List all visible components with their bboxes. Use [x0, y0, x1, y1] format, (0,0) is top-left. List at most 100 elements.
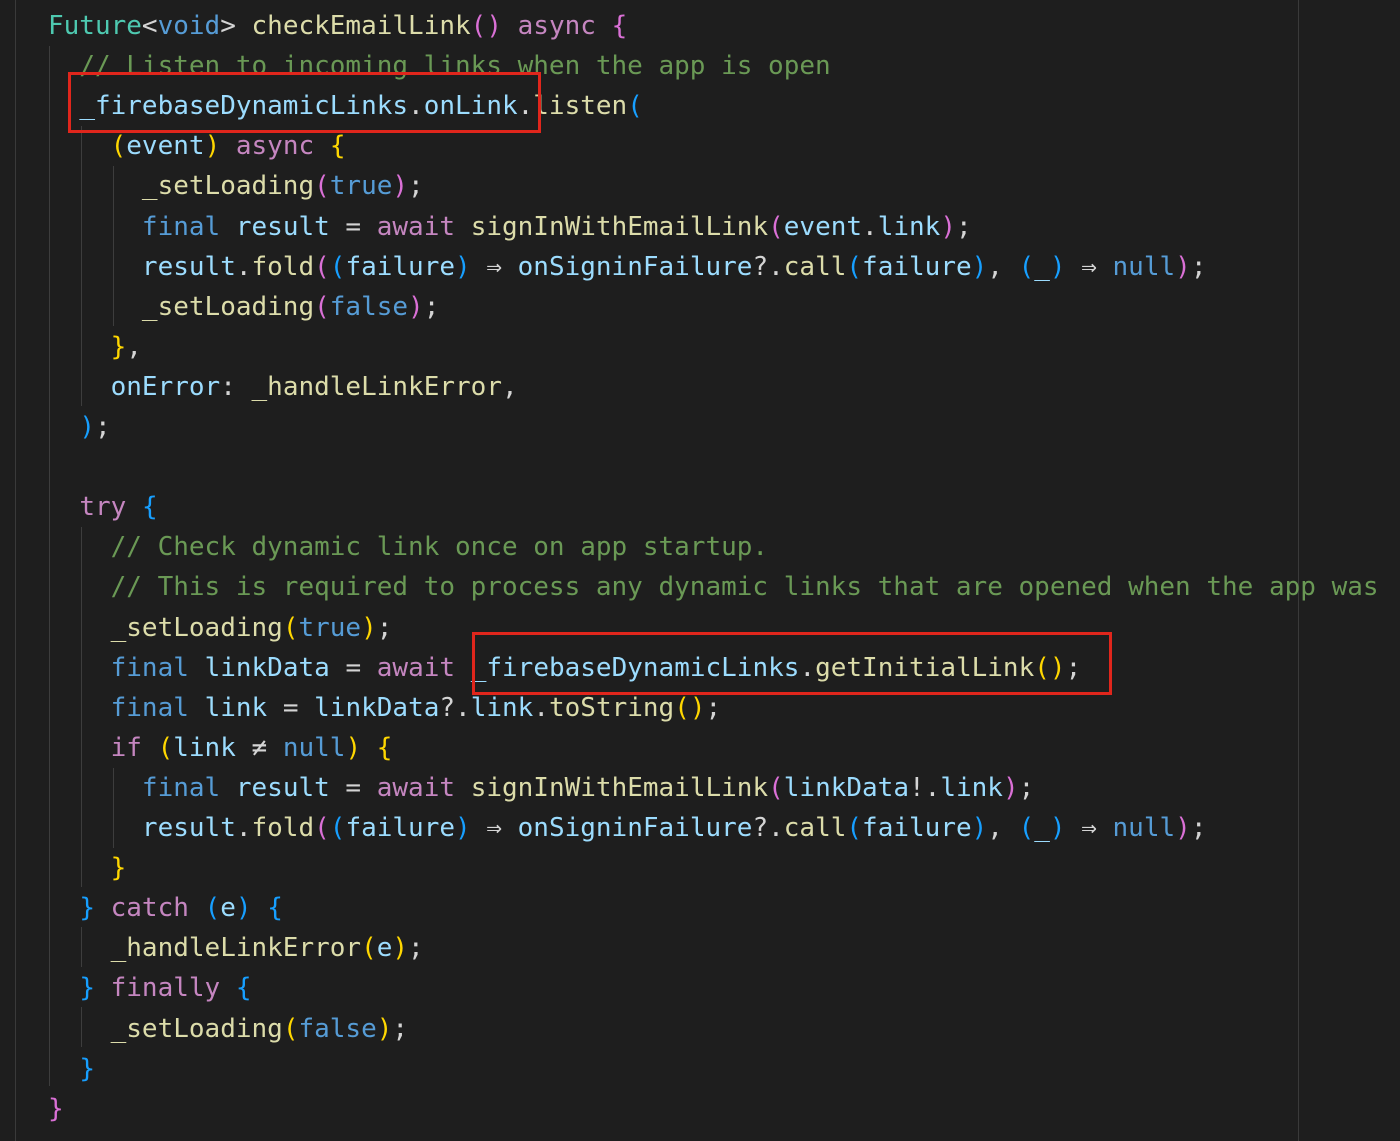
code-token: failure: [862, 251, 972, 282]
code-token: final: [141, 772, 221, 803]
code-token: link: [204, 692, 268, 723]
code-line[interactable]: Future<void> checkEmailLink() async {: [48, 6, 627, 46]
code-token: _setLoading: [110, 1013, 283, 1044]
code-token: (: [329, 813, 346, 843]
code-line[interactable]: final linkData = await _firebaseDynamicL…: [48, 648, 1082, 688]
code-token: onError: [110, 371, 221, 402]
code-line[interactable]: // Listen to incoming links when the app…: [48, 46, 830, 86]
code-token: getInitialLink: [815, 652, 1035, 683]
code-line[interactable]: }: [48, 1049, 95, 1089]
code-line[interactable]: final link = linkData?.link.toString();: [48, 688, 722, 728]
code-token: await: [376, 652, 456, 683]
code-token: }: [110, 853, 127, 884]
code-token: try: [79, 492, 127, 523]
code-token: ): [204, 131, 221, 162]
code-token: false: [298, 1013, 377, 1044]
code-token: result: [141, 251, 236, 282]
code-token: async: [235, 131, 315, 162]
code-line[interactable]: _setLoading(true);: [48, 608, 393, 648]
code-token: ;: [408, 933, 424, 964]
code-token: (: [1018, 251, 1035, 282]
code-line[interactable]: _setLoading(false);: [48, 1009, 408, 1049]
code-line[interactable]: onError: _handleLinkError,: [48, 367, 518, 407]
code-line[interactable]: try {: [48, 487, 157, 527]
editor-gutter-border: [15, 0, 16, 1141]
code-token: (: [329, 251, 346, 282]
code-token: ): [455, 251, 471, 282]
code-token: linkData: [783, 772, 909, 803]
code-token: ): [79, 412, 95, 442]
code-token: result: [235, 772, 330, 803]
code-line[interactable]: result.fold((failure) ⇒ onSigninFailure?…: [48, 247, 1207, 287]
code-line[interactable]: },: [48, 327, 142, 367]
code-token: e: [220, 893, 236, 924]
code-token: link: [173, 732, 236, 763]
code-token: _handleLinkError: [110, 933, 362, 964]
code-token: _firebaseDynamicLinks: [79, 91, 409, 122]
code-line[interactable]: _setLoading(true);: [48, 166, 424, 206]
code-token: result: [141, 813, 236, 843]
code-token: final: [141, 211, 221, 242]
code-token: (: [110, 131, 127, 162]
code-line[interactable]: // Check dynamic link once on app startu…: [48, 527, 768, 567]
code-line[interactable]: final result = await signInWithEmailLink…: [48, 768, 1034, 808]
code-token: ;: [1190, 813, 1207, 843]
code-line[interactable]: _firebaseDynamicLinks.onLink.listen(: [48, 86, 643, 126]
code-line[interactable]: _handleLinkError(e);: [48, 928, 424, 968]
code-token: (: [282, 1013, 299, 1044]
code-token: ;: [408, 171, 424, 202]
code-token: call: [783, 251, 847, 282]
code-token: ,: [126, 331, 142, 362]
code-token: signInWithEmailLink: [470, 772, 769, 803]
code-line[interactable]: if (link ≠ null) {: [48, 728, 393, 768]
code-token: link: [940, 772, 1003, 803]
code-token: if: [110, 732, 142, 763]
code-line[interactable]: // This is required to process any dynam…: [48, 567, 1379, 607]
code-token: e: [376, 933, 393, 964]
code-line[interactable]: );: [48, 407, 110, 447]
code-token: {: [329, 131, 346, 162]
code-line[interactable]: }: [48, 848, 127, 888]
code-token: (: [314, 251, 330, 282]
code-token: ): [971, 251, 988, 282]
code-line[interactable]: final result = await signInWithEmailLink…: [48, 207, 972, 247]
code-token: =: [267, 692, 315, 723]
code-token: ): [1002, 772, 1019, 803]
code-token: <: [141, 11, 158, 41]
code-token: failure: [345, 813, 456, 843]
code-token: .: [517, 91, 534, 122]
code-token: finally: [110, 973, 221, 1004]
code-line[interactable]: result.fold((failure) ⇒ onSigninFailure?…: [48, 808, 1207, 848]
code-token: link: [470, 692, 534, 723]
code-token: !.: [909, 772, 941, 803]
code-token: ;: [955, 211, 972, 242]
code-line[interactable]: _setLoading(false);: [48, 287, 439, 327]
code-line[interactable]: } catch (e) {: [48, 888, 283, 928]
code-token: .: [235, 251, 252, 282]
code-token: linkData: [314, 692, 440, 723]
code-line[interactable]: (event) async {: [48, 126, 346, 166]
code-token: (: [846, 813, 863, 843]
code-line[interactable]: } finally {: [48, 968, 251, 1008]
code-token: ): [1175, 251, 1191, 282]
code-line[interactable]: }: [48, 1089, 64, 1129]
code-token: listen: [533, 91, 628, 122]
code-token: _setLoading: [110, 612, 283, 643]
code-token: link: [877, 211, 941, 242]
code-token: (): [1034, 652, 1066, 683]
code-token: .: [408, 91, 424, 122]
code-token: toString: [548, 692, 675, 723]
